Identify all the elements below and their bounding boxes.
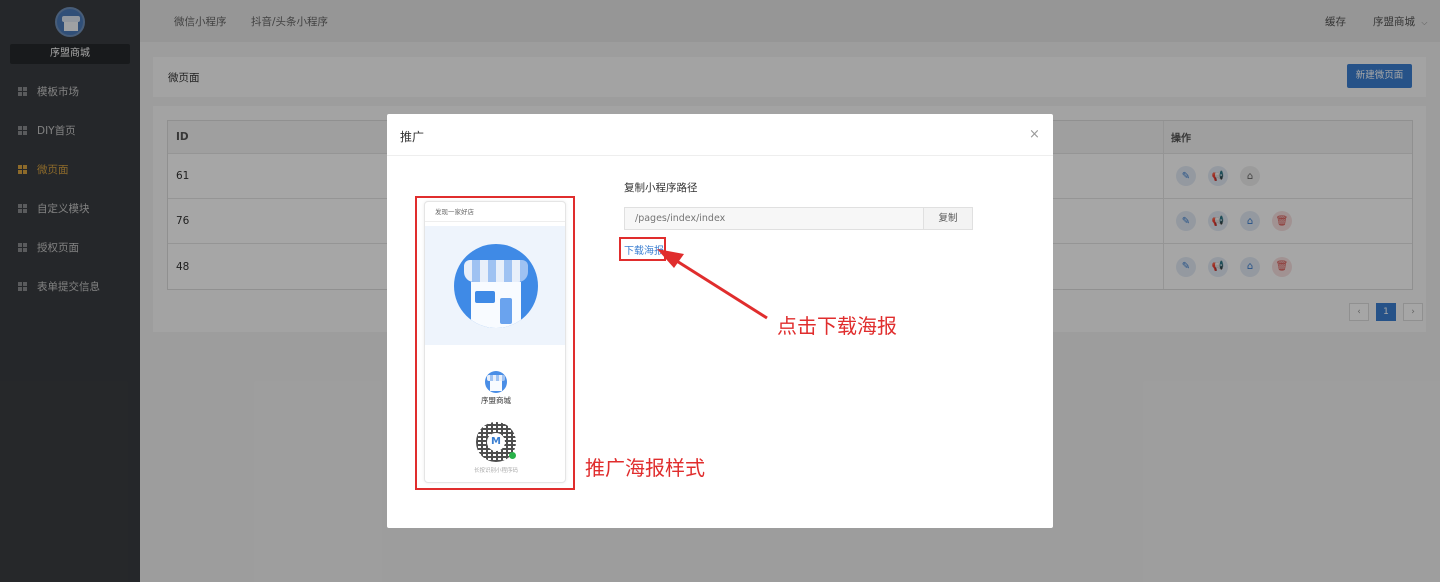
annotation-arrow-icon [657, 249, 768, 320]
annotation-click-download: 点击下载海报 [777, 314, 897, 338]
annotation-poster-style: 推广海报样式 [585, 456, 705, 480]
